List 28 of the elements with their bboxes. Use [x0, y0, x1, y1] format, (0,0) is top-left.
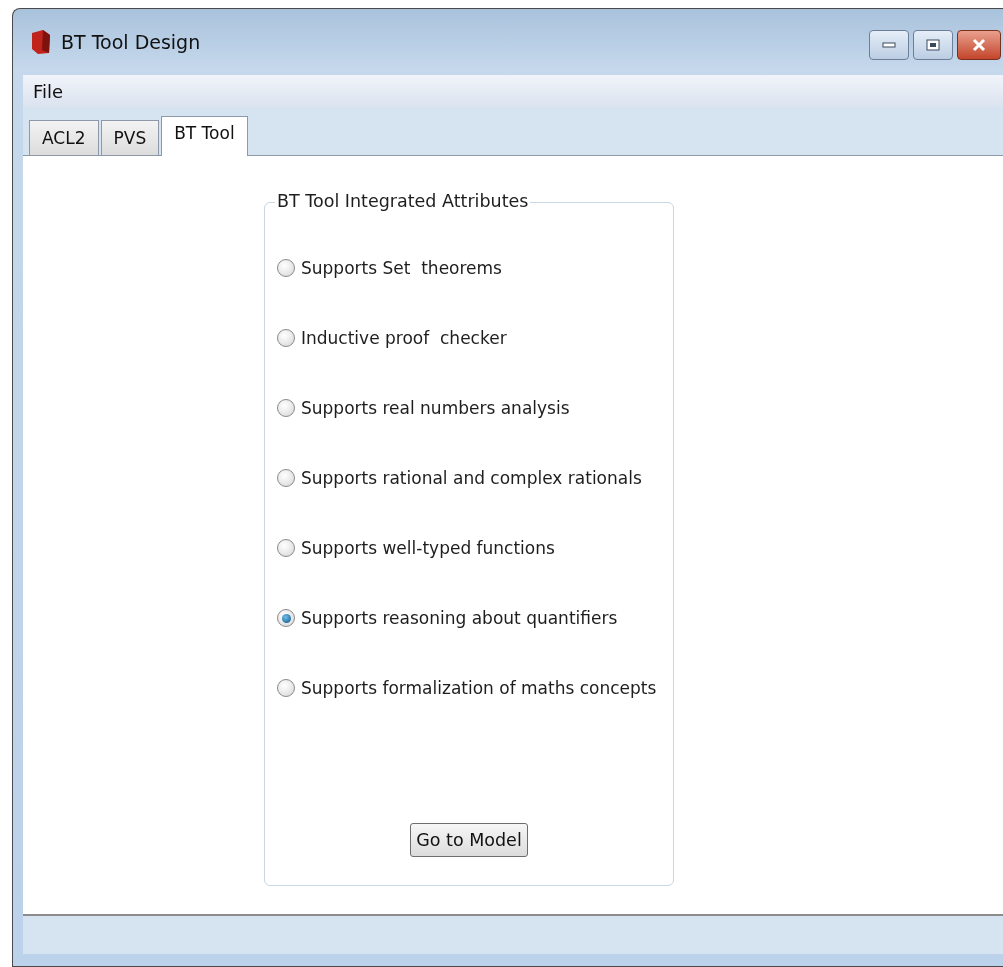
minimize-icon — [882, 42, 896, 48]
app-icon — [29, 29, 53, 55]
close-button[interactable] — [957, 30, 1001, 60]
radio-button[interactable] — [277, 539, 295, 557]
window-title: BT Tool Design — [61, 31, 202, 53]
maximize-button[interactable] — [913, 30, 953, 60]
radio-button[interactable] — [277, 259, 295, 277]
tab[interactable]: BT Tool — [161, 116, 248, 156]
menu-item[interactable]: File — [27, 80, 70, 102]
maximize-icon — [926, 39, 940, 51]
radio-button[interactable] — [277, 679, 295, 697]
close-icon — [971, 38, 987, 52]
option-label: Supports well-typed functions — [301, 538, 555, 558]
tab[interactable]: ACL2 — [29, 120, 99, 155]
minimize-button[interactable] — [869, 30, 909, 60]
group-title: BT Tool Integrated Attributes — [275, 191, 531, 211]
option-label: Supports formalization of maths concepts — [301, 678, 657, 698]
radio-button[interactable] — [277, 329, 295, 347]
option-label: Supports rational and complex rationals — [301, 468, 642, 488]
tab[interactable]: PVS — [100, 120, 160, 155]
radio-button[interactable] — [277, 469, 295, 487]
option-label: Supports real numbers analysis — [301, 398, 570, 418]
radio-button[interactable] — [277, 609, 295, 627]
option-label: Supports reasoning about quantifiers — [301, 608, 618, 628]
option-label: Supports Set theorems — [301, 258, 502, 278]
option-label: Inductive proof checker — [301, 328, 507, 348]
radio-button[interactable] — [277, 399, 295, 417]
go-to-model-button[interactable]: Go to Model — [410, 823, 528, 857]
